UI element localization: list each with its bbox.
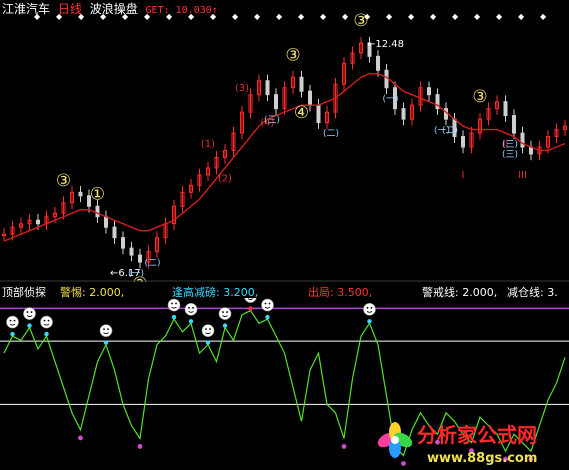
watermark: 分析家公式网 www.88gs.com [377, 422, 537, 466]
candle-body [520, 132, 525, 148]
price-chart: ◆◆◆◆◆◆◆◆◆◆◆◆◆◆◆◆◆◆◆◆◆◆◆◆←12.48←6.17③①②(1… [0, 11, 569, 282]
candle-body [95, 205, 100, 218]
wave-label: I [462, 170, 465, 181]
candle-body [129, 247, 134, 256]
candle-body [265, 80, 270, 96]
wave-label: (1) [201, 139, 215, 150]
candle-body [376, 55, 380, 71]
diamond-marker: ◆ [430, 12, 437, 21]
diamond-marker: ◆ [496, 12, 503, 21]
peak-signal-dot [10, 331, 15, 337]
watermark-url: www.88gs.com [427, 451, 537, 466]
wave-label: ③ [56, 171, 71, 191]
diamond-marker: ◆ [78, 12, 85, 21]
flower-logo-icon [377, 422, 413, 458]
wave-minus-label: (一) [128, 269, 144, 279]
diamond-marker: ◆ [166, 12, 173, 21]
smiley-face-icon [201, 324, 215, 337]
candle-body [316, 104, 321, 124]
diamond-marker: ◆ [34, 12, 41, 21]
smiley-face-icon [218, 307, 232, 320]
diamond-marker: ◆ [254, 12, 261, 21]
diamond-marker: ◆ [408, 12, 415, 21]
diamond-marker: ◆ [298, 12, 305, 21]
low-signal-dot [78, 435, 83, 441]
high-price-label: ←12.48 [367, 39, 404, 50]
smiley-face-icon [244, 298, 257, 303]
wave-minus-label: (三) [502, 150, 518, 160]
candle-body [78, 191, 83, 197]
wave-label: ③ [353, 11, 368, 31]
smiley-face-icon [6, 315, 19, 329]
candle-body [274, 94, 278, 110]
diamond-marker: ◆ [144, 12, 151, 21]
smiley-face-icon [40, 315, 53, 329]
wave-minus-label: (二) [442, 126, 458, 136]
diamond-marker: ◆ [386, 12, 393, 21]
diamond-marker: ◆ [474, 12, 481, 21]
diamond-marker: ◆ [188, 12, 195, 21]
low-signal-dot [137, 444, 143, 449]
candle-body [104, 216, 108, 228]
peak-signal-dot [205, 340, 211, 345]
wave-label: (3) [235, 83, 249, 94]
smiley-face-icon [23, 307, 36, 320]
wave-label: III [518, 170, 527, 181]
diamond-marker: ◆ [518, 12, 525, 21]
peak-signal-dot [367, 319, 372, 324]
candle-body [401, 108, 406, 120]
wave-label: ③ [472, 87, 487, 107]
candle-body [121, 237, 125, 249]
smiley-face-icon [261, 298, 274, 312]
candle-body [427, 87, 431, 96]
wave-label: ④ [294, 103, 309, 123]
peak-signal-dot [222, 323, 228, 328]
smiley-face-icon [167, 298, 181, 312]
diamond-marker: ◆ [276, 12, 283, 21]
candle-body [503, 101, 508, 117]
watermark-brand: 分析家公式网 [417, 423, 537, 447]
peak-signal-dot [103, 340, 109, 345]
smiley-face-icon [99, 324, 113, 337]
peak-signal-dot [171, 314, 177, 320]
candle-body [36, 219, 40, 225]
wave-minus-label: (二) [144, 259, 160, 269]
diamond-marker: ◆ [122, 12, 129, 21]
peak-signal-dot [248, 306, 253, 311]
diamond-marker: ◆ [56, 12, 63, 21]
candle-body [512, 115, 516, 134]
candle-body [112, 226, 117, 239]
diamond-marker: ◆ [342, 12, 349, 21]
smiley-face-icon [184, 303, 198, 316]
candle-body [138, 254, 142, 263]
diamond-marker: ◆ [540, 12, 547, 21]
diamond-marker: ◆ [100, 12, 107, 21]
diamond-marker: ◆ [452, 12, 459, 21]
diamond-marker: ◆ [210, 12, 217, 21]
wave-minus-label: (二) [323, 129, 339, 139]
peak-signal-dot [265, 314, 270, 320]
smiley-face-icon [363, 303, 376, 316]
diamond-marker: ◆ [320, 12, 327, 21]
wave-minus-label: (一) [382, 95, 398, 105]
wave-label: ① [90, 185, 105, 205]
candle-body [299, 76, 304, 92]
low-signal-dot [341, 444, 347, 449]
diamond-marker: ◆ [232, 12, 239, 21]
wave-label: (2) [218, 173, 232, 184]
peak-signal-dot [44, 331, 49, 337]
wave-minus-label: (三) [264, 116, 280, 126]
wave-label: ③ [285, 45, 300, 65]
peak-signal-dot [27, 323, 32, 328]
wave-minus-label: (三) [502, 140, 518, 150]
candle-body [461, 136, 465, 148]
peak-signal-dot [188, 319, 194, 324]
